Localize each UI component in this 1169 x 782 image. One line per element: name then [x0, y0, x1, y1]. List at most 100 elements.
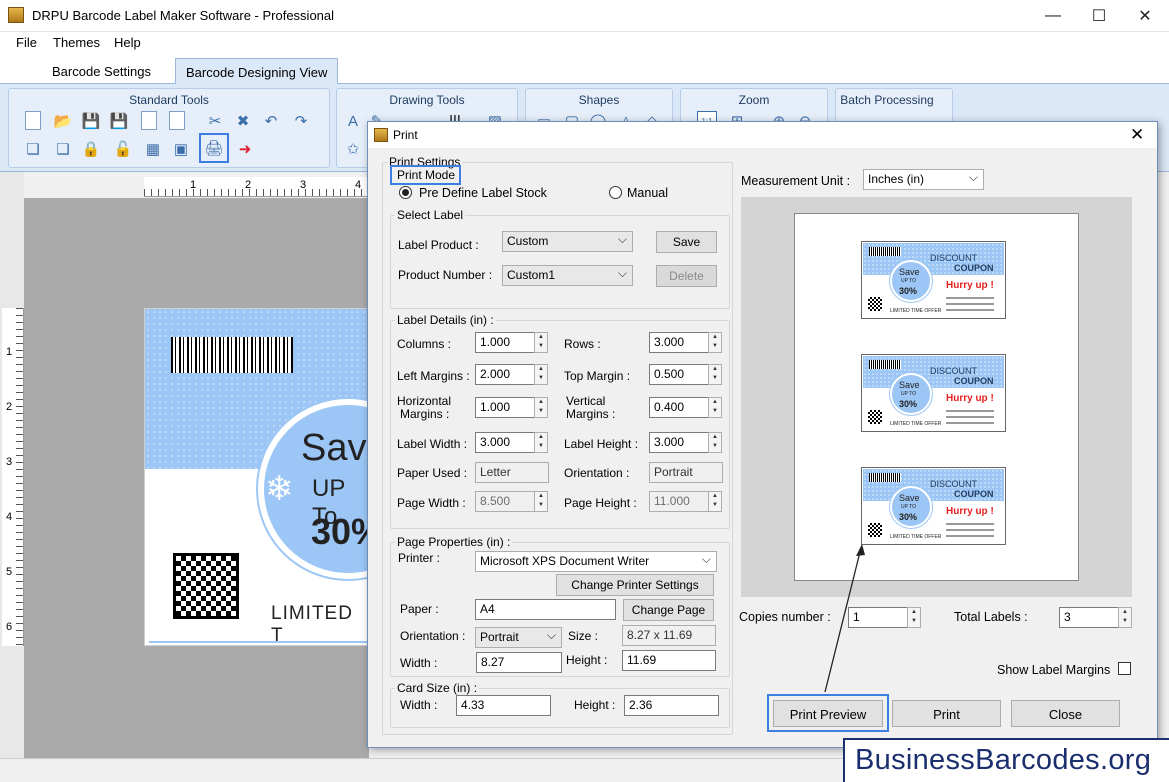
select-label-frame: Select Label — [390, 208, 730, 309]
copy-icon[interactable] — [141, 111, 157, 130]
page-height-prop-input[interactable]: 11.69 — [622, 650, 716, 671]
label-limited-text[interactable]: LIMITED T — [271, 603, 369, 645]
left-margins-spinner[interactable]: ▲ ▼ — [534, 364, 548, 385]
save-icon[interactable]: 💾 — [81, 111, 101, 131]
mini-pct-3: 30% — [899, 512, 918, 522]
maximize-button[interactable]: ☐ — [1076, 0, 1122, 31]
star-icon[interactable]: ✩ — [343, 139, 363, 159]
change-page-button[interactable]: Change Page — [623, 599, 714, 621]
horizontal-margins-input[interactable]: 1.000 — [475, 397, 535, 418]
rows-spinner[interactable]: ▲ ▼ — [708, 332, 722, 353]
label-percent-text[interactable]: 30% — [311, 511, 369, 553]
predefine-label[interactable]: Pre Define Label Stock — [419, 186, 547, 200]
label-barcode[interactable] — [171, 337, 293, 373]
page-orientation-select[interactable]: Portrait — [475, 627, 562, 648]
redo-icon[interactable]: ↷ — [291, 111, 311, 131]
standard-tools-group: Standard Tools 📂 💾 💾 ✂ ✖ ↶ ↷ ❏ ❏ 🔒 🔓 ▦ ▣… — [8, 88, 330, 168]
close-button[interactable]: ✕ — [1122, 0, 1168, 31]
columns-input[interactable]: 1.000 — [475, 332, 535, 353]
cut-icon[interactable]: ✂ — [205, 111, 225, 131]
page-height-input[interactable]: 11.000 — [649, 491, 709, 512]
label-height-spinner[interactable]: ▲ ▼ — [708, 432, 722, 453]
columns-spinner[interactable]: ▲ ▼ — [534, 332, 548, 353]
card-width-input[interactable]: 4.33 — [456, 695, 551, 716]
mini-upto-3: UP TO — [901, 504, 917, 510]
undo-icon[interactable]: ↶ — [261, 111, 281, 131]
menu-help[interactable]: Help — [114, 35, 141, 50]
mini-limited-1: LIMITED TIME OFFER — [890, 308, 942, 314]
change-printer-settings-button[interactable]: Change Printer Settings — [556, 574, 714, 596]
show-label-margins-label[interactable]: Show Label Margins — [997, 663, 1110, 677]
total-labels-spinner[interactable]: ▲ ▼ — [1118, 607, 1132, 628]
vertical-margins-input[interactable]: 0.400 — [649, 397, 709, 418]
print-preview-button[interactable]: Print Preview — [773, 700, 883, 727]
orientation-field: Portrait — [649, 462, 723, 483]
measurement-unit-select[interactable]: Inches (in) — [863, 169, 984, 190]
print-icon[interactable]: 🖨 — [199, 133, 229, 163]
paste-icon[interactable] — [169, 111, 185, 130]
rows-input[interactable]: 3.000 — [649, 332, 709, 353]
vertical-margins-spinner[interactable]: ▲ ▼ — [708, 397, 722, 418]
top-margin-input[interactable]: 0.500 — [649, 364, 709, 385]
ruler-v-1: 1 — [6, 346, 13, 358]
manual-radio[interactable] — [609, 186, 622, 199]
label-bottom-line — [149, 641, 367, 643]
save-button[interactable]: Save — [656, 231, 717, 253]
ruler-h-1: 1 — [190, 179, 197, 191]
export-icon[interactable]: ➜ — [235, 139, 255, 159]
horizontal-margins-spinner[interactable]: ▲ ▼ — [534, 397, 548, 418]
close-dialog-button[interactable]: Close — [1011, 700, 1120, 727]
show-label-margins-checkbox[interactable] — [1118, 662, 1131, 675]
save-as-icon[interactable]: 💾 — [109, 111, 129, 131]
page-width-spinner[interactable]: ▲ ▼ — [534, 491, 548, 512]
text-icon[interactable]: A — [343, 111, 363, 131]
send-back-icon[interactable]: ❏ — [23, 139, 43, 159]
preview-label-3: Save UP TO 30% DISCOUNT COUPON Hurry up … — [861, 467, 1006, 545]
page-width-prop-input[interactable]: 8.27 — [476, 652, 562, 673]
card-size-legend: Card Size (in) : — [395, 681, 480, 695]
minimize-button[interactable]: — — [1030, 0, 1076, 31]
menu-file[interactable]: File — [16, 35, 37, 50]
tab-barcode-designing-view[interactable]: Barcode Designing View — [175, 58, 339, 84]
printer-select[interactable]: Microsoft XPS Document Writer — [475, 551, 717, 572]
mini-save-1: Save — [899, 267, 920, 277]
bring-front-icon[interactable]: ❏ — [53, 139, 73, 159]
dialog-close-button[interactable]: ✕ — [1130, 125, 1144, 145]
title-bar: DRPU Barcode Label Maker Software - Prof… — [0, 0, 1169, 32]
label-design[interactable]: Sav UP To 30% ❄ LIMITED T — [144, 308, 370, 646]
template-icon[interactable]: ▣ — [171, 139, 191, 159]
left-margins-input[interactable]: 2.000 — [475, 364, 535, 385]
unlock-icon[interactable]: 🔓 — [113, 139, 133, 159]
new-icon[interactable] — [25, 111, 41, 130]
grid-icon[interactable]: ▦ — [143, 139, 163, 159]
snowflake-icon[interactable]: ❄ — [265, 469, 294, 509]
tab-barcode-settings[interactable]: Barcode Settings — [42, 58, 161, 84]
total-labels-label: Total Labels : — [954, 610, 1028, 624]
label-height-input[interactable]: 3.000 — [649, 432, 709, 453]
page-height-spinner[interactable]: ▲ ▼ — [708, 491, 722, 512]
total-labels-input[interactable]: 3 — [1059, 607, 1119, 628]
page-width-prop-label: Width : — [400, 656, 438, 670]
delete-button[interactable]: Delete — [656, 265, 717, 287]
predefine-radio[interactable] — [399, 186, 412, 199]
delete-icon[interactable]: ✖ — [233, 111, 253, 131]
print-button[interactable]: Print — [892, 700, 1001, 727]
label-width-spinner[interactable]: ▲ ▼ — [534, 432, 548, 453]
lock-icon[interactable]: 🔒 — [81, 139, 101, 159]
label-product-select[interactable]: Custom — [502, 231, 633, 252]
mini-hurry-1: Hurry up ! — [946, 280, 994, 291]
top-margin-spinner[interactable]: ▲ ▼ — [708, 364, 722, 385]
manual-label[interactable]: Manual — [627, 186, 668, 200]
page-width-input[interactable]: 8.500 — [475, 491, 535, 512]
label-qr-code[interactable] — [173, 553, 239, 619]
card-height-input[interactable]: 2.36 — [624, 695, 719, 716]
paper-input[interactable]: A4 — [475, 599, 616, 620]
open-icon[interactable]: 📂 — [53, 111, 73, 131]
menu-themes[interactable]: Themes — [53, 35, 100, 50]
printer-label: Printer : — [398, 551, 441, 565]
product-number-select[interactable]: Custom1 — [502, 265, 633, 286]
label-width-input[interactable]: 3.000 — [475, 432, 535, 453]
label-save-text[interactable]: Sav — [301, 427, 366, 470]
copies-number-spinner[interactable]: ▲ ▼ — [907, 607, 921, 628]
label-details-legend: Label Details (in) : — [395, 313, 496, 327]
